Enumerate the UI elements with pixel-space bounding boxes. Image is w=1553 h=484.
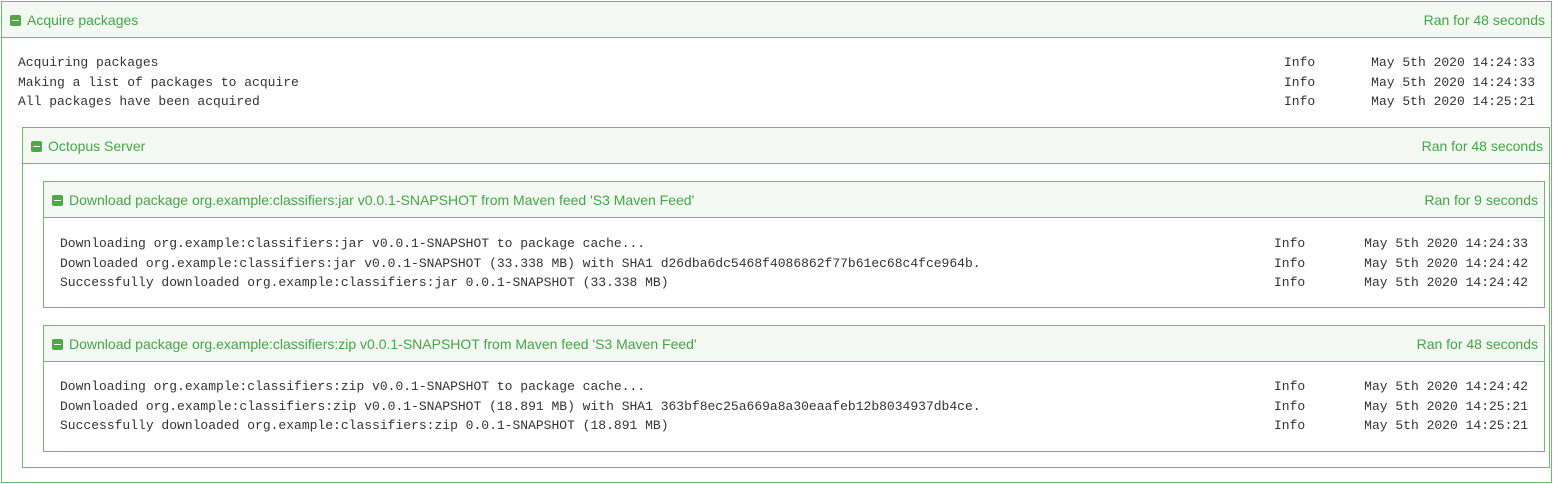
log-level: Info — [1274, 275, 1306, 290]
log-line: All packages have been acquired Info May… — [2, 92, 1551, 112]
minus-square-icon[interactable] — [52, 195, 63, 206]
task-duration: Ran for 48 seconds — [1423, 12, 1545, 28]
log-timestamp: May 5th 2020 14:24:33 — [1371, 74, 1535, 90]
task-title[interactable]: Download package org.example:classifiers… — [69, 336, 697, 353]
log-message: Successfully downloaded org.example:clas… — [60, 275, 669, 290]
log-level: Info — [1284, 74, 1316, 90]
task-header[interactable]: Download package org.example:classifiers… — [44, 182, 1544, 218]
log-level: Info — [1274, 398, 1306, 414]
task-download-jar: Download package org.example:classifiers… — [43, 181, 1545, 308]
minus-square-icon[interactable] — [31, 141, 42, 152]
log-level: Info — [1274, 379, 1306, 394]
log-message: Downloading org.example:classifiers:zip … — [60, 379, 646, 394]
log-timestamp: May 5th 2020 14:25:21 — [1371, 94, 1535, 109]
task-header[interactable]: Octopus Server Ran for 48 seconds — [23, 128, 1549, 164]
task-title[interactable]: Acquire packages — [27, 12, 138, 29]
log-message: Downloaded org.example:classifiers:zip v… — [60, 398, 981, 414]
task-duration: Ran for 48 seconds — [1416, 336, 1538, 352]
log-message: All packages have been acquired — [18, 94, 260, 109]
log-message: Acquiring packages — [18, 55, 159, 70]
log-level: Info — [1274, 418, 1306, 433]
log-message: Making a list of packages to acquire — [18, 74, 299, 90]
task-title[interactable]: Octopus Server — [48, 138, 145, 155]
log-level: Info — [1274, 236, 1306, 251]
log-timestamp: May 5th 2020 14:24:33 — [1371, 55, 1535, 70]
log-line: Downloaded org.example:classifiers:jar v… — [44, 254, 1544, 274]
minus-square-icon[interactable] — [10, 15, 21, 26]
log-message: Downloading org.example:classifiers:jar … — [60, 236, 646, 251]
log-line: Successfully downloaded org.example:clas… — [44, 416, 1544, 436]
log-timestamp: May 5th 2020 14:24:42 — [1364, 379, 1528, 394]
task-duration: Ran for 48 seconds — [1421, 138, 1543, 154]
log-level: Info — [1284, 94, 1316, 109]
log-line: Acquiring packages Info May 5th 2020 14:… — [2, 53, 1551, 73]
log-line: Successfully downloaded org.example:clas… — [44, 273, 1544, 293]
minus-square-icon[interactable] — [52, 339, 63, 350]
task-acquire-packages: Acquire packages Ran for 48 seconds Acqu… — [1, 1, 1552, 483]
log-timestamp: May 5th 2020 14:24:33 — [1364, 236, 1528, 251]
log-message: Successfully downloaded org.example:clas… — [60, 418, 669, 433]
task-download-zip: Download package org.example:classifiers… — [43, 325, 1545, 452]
log-timestamp: May 5th 2020 14:24:42 — [1364, 255, 1528, 271]
log-level: Info — [1274, 255, 1306, 271]
log-line: Making a list of packages to acquire Inf… — [2, 73, 1551, 93]
log-message: Downloaded org.example:classifiers:jar v… — [60, 255, 981, 271]
task-octopus-server: Octopus Server Ran for 48 seconds Downlo… — [22, 127, 1550, 468]
log-line: Downloading org.example:classifiers:zip … — [44, 377, 1544, 397]
task-header[interactable]: Download package org.example:classifiers… — [44, 326, 1544, 362]
log-level: Info — [1284, 55, 1316, 70]
log-timestamp: May 5th 2020 14:25:21 — [1364, 418, 1528, 433]
log-line: Downloaded org.example:classifiers:zip v… — [44, 397, 1544, 417]
task-duration: Ran for 9 seconds — [1424, 192, 1538, 208]
task-header[interactable]: Acquire packages Ran for 48 seconds — [2, 2, 1551, 38]
log-line: Downloading org.example:classifiers:jar … — [44, 234, 1544, 254]
log-timestamp: May 5th 2020 14:24:42 — [1364, 275, 1528, 290]
log-timestamp: May 5th 2020 14:25:21 — [1364, 398, 1528, 414]
task-title[interactable]: Download package org.example:classifiers… — [69, 192, 694, 209]
